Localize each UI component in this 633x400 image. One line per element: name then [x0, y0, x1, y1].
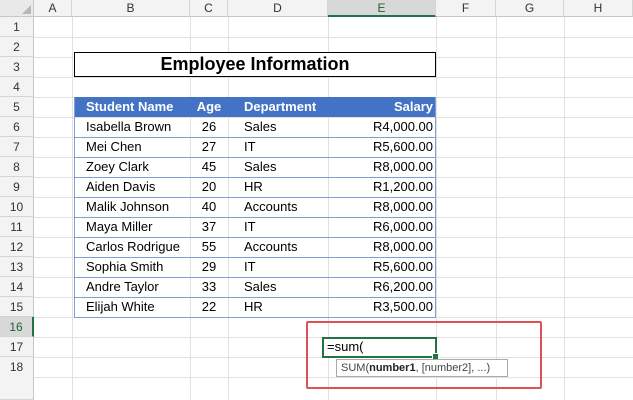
cell-name[interactable]: Isabella Brown — [74, 117, 190, 137]
column-header-e[interactable]: E — [328, 0, 436, 17]
cell-department[interactable]: Sales — [228, 157, 328, 177]
cell-salary[interactable]: R3,500.00 — [328, 297, 436, 317]
cell-department[interactable]: Accounts — [228, 197, 328, 217]
cell-name[interactable]: Aiden Davis — [74, 177, 190, 197]
cell-department[interactable]: Sales — [228, 277, 328, 297]
row-header-9[interactable]: 9 — [0, 177, 34, 197]
row-header-2[interactable]: 2 — [0, 37, 34, 57]
row-header-10[interactable]: 10 — [0, 197, 34, 217]
column-header-b[interactable]: B — [72, 0, 190, 17]
column-header-a[interactable]: A — [34, 0, 72, 17]
cell-department[interactable]: IT — [228, 257, 328, 277]
row-header-3[interactable]: 3 — [0, 57, 34, 77]
column-header-g[interactable]: G — [496, 0, 564, 17]
header-student-name[interactable]: Student Name — [74, 97, 190, 117]
cell-age[interactable]: 55 — [190, 237, 228, 257]
cell-name[interactable]: Sophia Smith — [74, 257, 190, 277]
cell-department[interactable]: Accounts — [228, 237, 328, 257]
column-header-d[interactable]: D — [228, 0, 328, 17]
column-header-f[interactable]: F — [436, 0, 496, 17]
cell-name[interactable]: Andre Taylor — [74, 277, 190, 297]
header-salary[interactable]: Salary — [328, 97, 436, 117]
cell-age[interactable]: 20 — [190, 177, 228, 197]
cell-age[interactable]: 27 — [190, 137, 228, 157]
cell-age[interactable]: 45 — [190, 157, 228, 177]
column-header-c[interactable]: C — [190, 0, 228, 17]
row-header-12[interactable]: 12 — [0, 237, 34, 257]
cell-department[interactable]: HR — [228, 297, 328, 317]
select-all-button[interactable] — [0, 0, 34, 17]
cell-salary[interactable]: R8,000.00 — [328, 237, 436, 257]
cell-age[interactable]: 33 — [190, 277, 228, 297]
row-header-7[interactable]: 7 — [0, 137, 34, 157]
cell-name[interactable]: Zoey Clark — [74, 157, 190, 177]
cell-salary[interactable]: R5,600.00 — [328, 257, 436, 277]
cell-salary[interactable]: R1,200.00 — [328, 177, 436, 197]
sheet-title-cell[interactable]: Employee Information — [74, 52, 436, 77]
row-header-1[interactable]: 1 — [0, 17, 34, 37]
cell-name[interactable]: Maya Miller — [74, 217, 190, 237]
cell-department[interactable]: Sales — [228, 117, 328, 137]
row-header-15[interactable]: 15 — [0, 297, 34, 317]
cell-department[interactable]: IT — [228, 217, 328, 237]
cell-salary[interactable]: R4,000.00 — [328, 117, 436, 137]
row-header-8[interactable]: 8 — [0, 157, 34, 177]
cell-age[interactable]: 37 — [190, 217, 228, 237]
row-header-16[interactable]: 16 — [0, 317, 34, 337]
cell-name[interactable]: Elijah White — [74, 297, 190, 317]
cell-salary[interactable]: R8,000.00 — [328, 157, 436, 177]
row-header-4[interactable]: 4 — [0, 77, 34, 97]
cell-age[interactable]: 40 — [190, 197, 228, 217]
cell-salary[interactable]: R6,200.00 — [328, 277, 436, 297]
column-header-h[interactable]: H — [564, 0, 633, 17]
cell-salary[interactable]: R8,000.00 — [328, 197, 436, 217]
row-header-17[interactable]: 17 — [0, 337, 34, 357]
cell-name[interactable]: Mei Chen — [74, 137, 190, 157]
cell-department[interactable]: IT — [228, 137, 328, 157]
cell-name[interactable]: Malik Johnson — [74, 197, 190, 217]
row-header-11[interactable]: 11 — [0, 217, 34, 237]
highlight-box — [306, 321, 542, 389]
cell-age[interactable]: 26 — [190, 117, 228, 137]
header-age[interactable]: Age — [190, 97, 228, 117]
spreadsheet-grid: A B C D E F G H 1 2 3 4 5 6 7 8 9 10 11 … — [0, 0, 633, 400]
header-department[interactable]: Department — [228, 97, 328, 117]
cell-department[interactable]: HR — [228, 177, 328, 197]
row-header-6[interactable]: 6 — [0, 117, 34, 137]
cell-age[interactable]: 22 — [190, 297, 228, 317]
cell-age[interactable]: 29 — [190, 257, 228, 277]
cell-name[interactable]: Carlos Rodrigue — [74, 237, 190, 257]
select-all-triangle-icon — [22, 5, 31, 14]
cell-salary[interactable]: R5,600.00 — [328, 137, 436, 157]
row-header-13[interactable]: 13 — [0, 257, 34, 277]
row-header-18[interactable]: 18 — [0, 357, 34, 400]
row-header-14[interactable]: 14 — [0, 277, 34, 297]
row-header-5[interactable]: 5 — [0, 97, 34, 117]
cell-salary[interactable]: R6,000.00 — [328, 217, 436, 237]
